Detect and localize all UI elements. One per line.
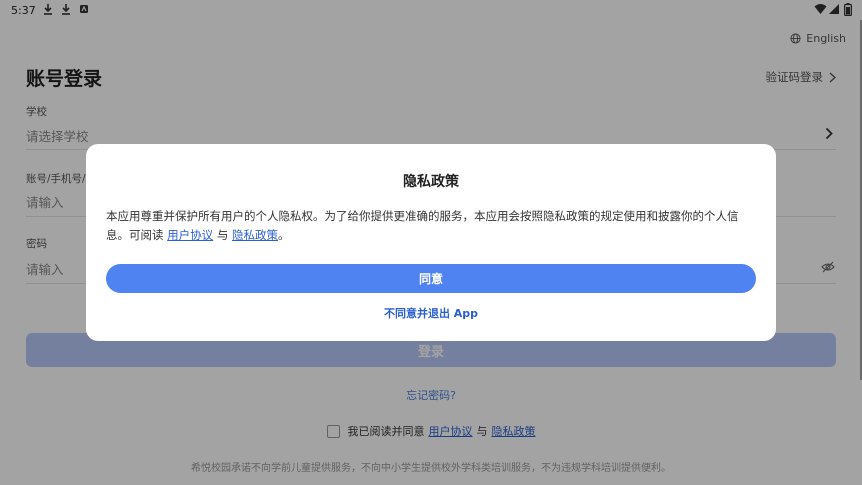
agree-button[interactable]: 同意 (106, 264, 756, 293)
dialog-body: 本应用尊重并保护所有用户的个人隐私权。为了给你提供更准确的服务，本应用会按照隐私… (106, 207, 758, 245)
disagree-exit-link[interactable]: 不同意并退出 App (86, 305, 776, 321)
dialog-privacy-link[interactable]: 隐私政策 (232, 228, 278, 242)
dialog-end-punct: 。 (277, 228, 290, 242)
dialog-title: 隐私政策 (403, 174, 459, 190)
dialog-conjunction: 与 (216, 228, 229, 242)
dialog-user-agreement-link[interactable]: 用户协议 (167, 228, 213, 242)
privacy-dialog: 隐私政策 本应用尊重并保护所有用户的个人隐私权。为了给你提供更准确的服务，本应用… (86, 144, 776, 341)
